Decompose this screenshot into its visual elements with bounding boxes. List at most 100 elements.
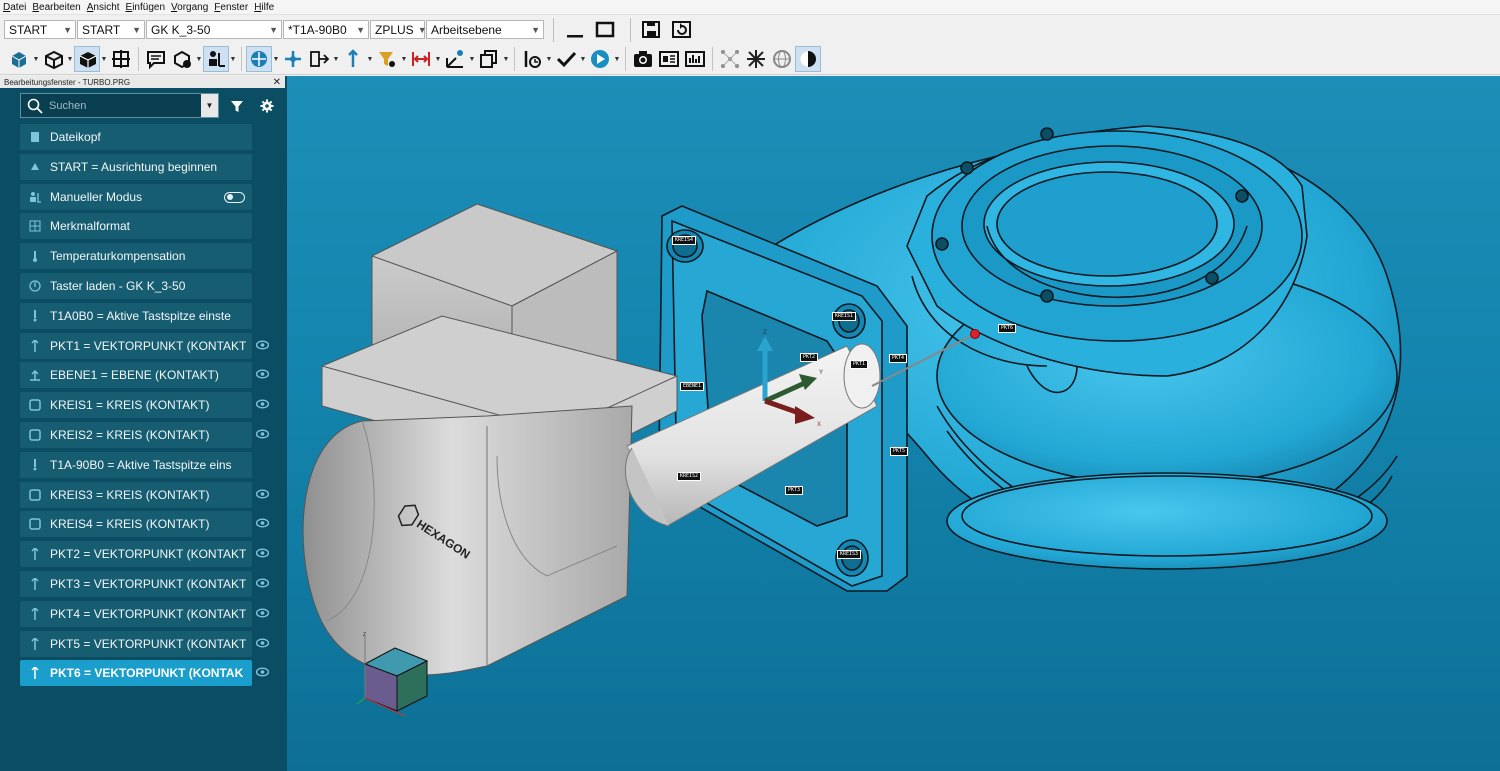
minimize-button[interactable] bbox=[562, 18, 588, 42]
menu-hilfe[interactable]: Hilfe bbox=[254, 2, 274, 13]
feature-tag[interactable]: PKT2 bbox=[800, 353, 819, 362]
manual-mode-toggle[interactable] bbox=[224, 191, 245, 203]
list-item-pkt2[interactable]: PKT2 = VEKTORPUNKT (KONTAKT bbox=[20, 541, 270, 568]
search-box[interactable]: Suchen ▼ bbox=[20, 93, 219, 118]
chevron-down-icon[interactable]: ▼ bbox=[32, 56, 40, 63]
probe-combo[interactable]: GK K_3-50 ▼ bbox=[146, 20, 282, 39]
solid-button[interactable] bbox=[74, 46, 100, 72]
sphere-display-button[interactable] bbox=[769, 46, 795, 72]
solid-sphere-button[interactable] bbox=[795, 46, 821, 72]
chevron-down-icon[interactable]: ▼ bbox=[579, 56, 587, 63]
chevron-down-icon[interactable]: ▼ bbox=[229, 56, 237, 63]
points-display-button[interactable] bbox=[717, 46, 743, 72]
path-button[interactable] bbox=[519, 46, 545, 72]
check-button[interactable] bbox=[553, 46, 579, 72]
list-item-temperature[interactable]: Temperaturkompensation bbox=[20, 243, 252, 270]
eye-icon[interactable] bbox=[255, 637, 270, 651]
list-item-pkt3[interactable]: PKT3 = VEKTORPUNKT (KONTAKT bbox=[20, 570, 270, 597]
save-view-button[interactable] bbox=[639, 18, 665, 42]
coordinate-system-combo[interactable]: START ▼ bbox=[77, 20, 145, 39]
eye-icon[interactable] bbox=[255, 666, 270, 680]
feature-tag[interactable]: PKT6 bbox=[998, 324, 1017, 333]
import-cad-button[interactable] bbox=[6, 46, 32, 72]
vector-display-button[interactable] bbox=[743, 46, 769, 72]
list-item-kreis2[interactable]: KREIS2 = KREIS (KONTAKT) bbox=[20, 421, 270, 448]
eye-icon[interactable] bbox=[255, 517, 270, 531]
orbit-button[interactable] bbox=[246, 46, 272, 72]
comment-button[interactable] bbox=[143, 46, 169, 72]
chevron-down-icon[interactable]: ▼ bbox=[332, 56, 340, 63]
list-item-tip-a0b0[interactable]: T1A0B0 = Aktive Tastspitze einste bbox=[20, 302, 252, 329]
menu-datei[interactable]: Datei bbox=[3, 2, 26, 13]
chevron-down-icon[interactable]: ▼ bbox=[545, 56, 553, 63]
list-item-tip-a-90b0[interactable]: T1A-90B0 = Aktive Tastspitze eins bbox=[20, 451, 252, 478]
list-item-pkt1[interactable]: PKT1 = VEKTORPUNKT (KONTAKT bbox=[20, 332, 270, 359]
pan-button[interactable] bbox=[280, 46, 306, 72]
screenshot-button[interactable] bbox=[630, 46, 656, 72]
menu-vorgang[interactable]: Vorgang bbox=[171, 2, 208, 13]
list-item-manual-mode[interactable]: Manueller Modus bbox=[20, 183, 252, 210]
feature-tag[interactable]: PKT1 bbox=[850, 360, 869, 369]
manual-mode-button[interactable] bbox=[203, 46, 229, 72]
list-item-kreis1[interactable]: KREIS1 = KREIS (KONTAKT) bbox=[20, 392, 270, 419]
list-item-kreis3[interactable]: KREIS3 = KREIS (KONTAKT) bbox=[20, 481, 270, 508]
chevron-down-icon[interactable]: ▼ bbox=[201, 94, 218, 117]
dimension-button[interactable] bbox=[408, 46, 434, 72]
chevron-down-icon[interactable]: ▼ bbox=[195, 56, 203, 63]
menu-fenster[interactable]: Fenster bbox=[214, 2, 248, 13]
list-item-pkt6[interactable]: PKT6 = VEKTORPUNKT (KONTAK bbox=[20, 660, 270, 687]
chevron-down-icon[interactable]: ▼ bbox=[468, 56, 476, 63]
close-icon[interactable]: ✕ bbox=[273, 77, 281, 88]
menu-bearbeiten[interactable]: Bearbeiten bbox=[32, 2, 80, 13]
chevron-down-icon[interactable]: ▼ bbox=[502, 56, 510, 63]
chevron-down-icon[interactable]: ▼ bbox=[66, 56, 74, 63]
list-item-format[interactable]: Merkmalformat bbox=[20, 213, 252, 240]
construct-button[interactable] bbox=[442, 46, 468, 72]
alignment-combo[interactable]: START ▼ bbox=[4, 20, 76, 39]
eye-icon[interactable] bbox=[255, 547, 270, 561]
list-item-load-probe[interactable]: Taster laden - GK K_3-50 bbox=[20, 272, 252, 299]
workplane-combo[interactable]: Arbeitsebene ▼ bbox=[426, 20, 544, 39]
eye-icon[interactable] bbox=[255, 607, 270, 621]
fit-view-button[interactable] bbox=[108, 46, 134, 72]
list-item-kreis4[interactable]: KREIS4 = KREIS (KONTAKT) bbox=[20, 511, 270, 538]
list-item-pkt4[interactable]: PKT4 = VEKTORPUNKT (KONTAKT bbox=[20, 600, 270, 627]
menu-einfuegen[interactable]: Einfügen bbox=[126, 2, 165, 13]
eye-icon[interactable] bbox=[255, 368, 270, 382]
filter-button[interactable] bbox=[225, 94, 249, 118]
feature-tag[interactable]: KREIS3 bbox=[837, 550, 862, 559]
feature-tag[interactable]: PKT5 bbox=[890, 447, 909, 456]
report-button[interactable] bbox=[656, 46, 682, 72]
search-input[interactable]: Suchen bbox=[49, 100, 201, 112]
list-item-pkt5[interactable]: PKT5 = VEKTORPUNKT (KONTAKT bbox=[20, 630, 270, 657]
feature-tag[interactable]: KREIS2 bbox=[677, 472, 702, 481]
reset-view-button[interactable] bbox=[669, 18, 695, 42]
vector-point-button[interactable] bbox=[340, 46, 366, 72]
feature-tag[interactable]: PKT4 bbox=[889, 354, 908, 363]
feature-tag[interactable]: PKT3 bbox=[785, 486, 804, 495]
eye-icon[interactable] bbox=[255, 428, 270, 442]
feature-tag[interactable]: KREIS4 bbox=[672, 236, 697, 245]
filter-feature-button[interactable] bbox=[374, 46, 400, 72]
probe-settings-button[interactable] bbox=[169, 46, 195, 72]
move-button[interactable] bbox=[306, 46, 332, 72]
view-direction-combo[interactable]: ZPLUS ▼ bbox=[370, 20, 427, 39]
graphics-viewport[interactable]: HEXAGON Z Y X Z KREIS4 KREIS1 EBENE1 PKT… bbox=[285, 76, 1500, 771]
wireframe-button[interactable] bbox=[40, 46, 66, 72]
eye-icon[interactable] bbox=[255, 577, 270, 591]
eye-icon[interactable] bbox=[255, 339, 270, 353]
list-item-file-header[interactable]: Dateikopf bbox=[20, 124, 252, 150]
menu-ansicht[interactable]: Ansicht bbox=[87, 2, 120, 13]
chevron-down-icon[interactable]: ▼ bbox=[100, 56, 108, 63]
eye-icon[interactable] bbox=[255, 398, 270, 412]
copy-button[interactable] bbox=[476, 46, 502, 72]
tip-combo[interactable]: *T1A-90B0 ▼ bbox=[283, 20, 369, 39]
list-item-start[interactable]: START = Ausrichtung beginnen bbox=[20, 153, 252, 180]
chevron-down-icon[interactable]: ▼ bbox=[613, 56, 621, 63]
chevron-down-icon[interactable]: ▼ bbox=[400, 56, 408, 63]
settings-button[interactable] bbox=[255, 94, 279, 118]
execute-button[interactable] bbox=[587, 46, 613, 72]
feature-tag[interactable]: KREIS1 bbox=[832, 312, 857, 321]
chevron-down-icon[interactable]: ▼ bbox=[434, 56, 442, 63]
eye-icon[interactable] bbox=[255, 488, 270, 502]
